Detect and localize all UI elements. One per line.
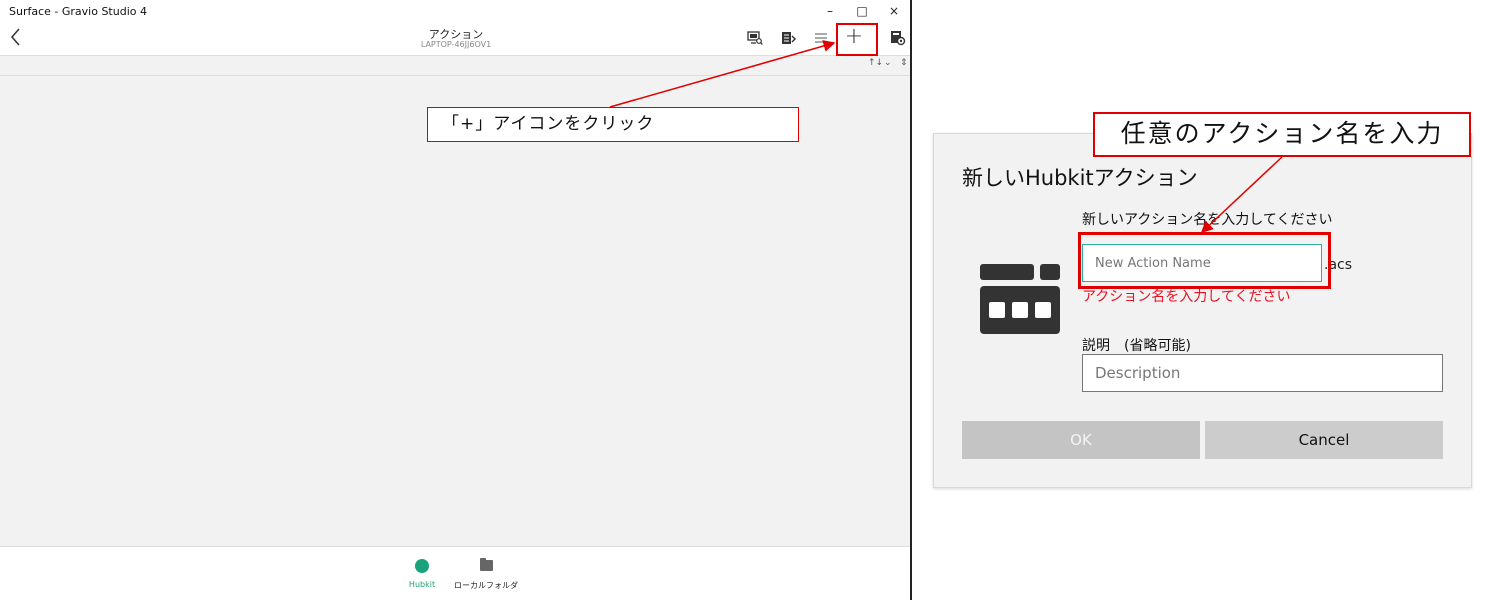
callout-click-plus: 「+」アイコンをクリック [427, 107, 799, 142]
device-name: LAPTOP-46JJ6OV1 [420, 40, 492, 49]
nav-tab-local-folder[interactable]: ローカルフォルダ [444, 558, 528, 594]
name-input-highlight [1078, 232, 1331, 289]
new-hubkit-action-dialog: 新しいHubkitアクション 新しいアクション名を入力してください .acs ア… [933, 133, 1472, 488]
window-title: Surface - Gravio Studio 4 [9, 5, 147, 18]
nav-tab-hubkit[interactable]: Hubkit [404, 558, 440, 594]
window-divider [910, 0, 912, 600]
back-button[interactable] [7, 26, 25, 48]
chevron-left-icon [11, 28, 20, 46]
minimize-button[interactable]: – [815, 2, 845, 20]
dialog-title: 新しいHubkitアクション [962, 166, 1198, 190]
cancel-button[interactable]: Cancel [1205, 421, 1443, 459]
close-button[interactable]: × [879, 2, 909, 20]
hubkit-action-icon [980, 264, 1060, 334]
ok-button[interactable]: OK [962, 421, 1200, 459]
callout-enter-name: 任意のアクション名を入力 [1093, 112, 1471, 157]
nav-tab-label: Hubkit [408, 580, 436, 589]
nav-tab-label: ローカルフォルダ [454, 581, 518, 590]
list-import-icon [782, 32, 796, 44]
monitor-search-button[interactable] [747, 30, 763, 46]
screenshot-stage: Surface - Gravio Studio 4 – □ × アクション LA… [0, 0, 1500, 600]
sort-icon[interactable]: ↑↓ [868, 58, 883, 68]
maximize-button[interactable]: □ [847, 2, 877, 20]
plus-button-highlight [836, 23, 878, 56]
hubkit-icon [415, 559, 429, 573]
description-input[interactable] [1082, 354, 1443, 392]
name-error-message: アクション名を入力してください [1082, 289, 1291, 305]
action-name-label: 新しいアクション名を入力してください [1082, 212, 1333, 228]
updown-icon[interactable]: ⇕ [900, 58, 908, 68]
list-view-button[interactable] [813, 30, 829, 46]
description-label: 説明 (省略可能) [1082, 338, 1191, 354]
document-gear-icon [891, 31, 906, 46]
gravio-studio-window: Surface - Gravio Studio 4 – □ × アクション LA… [0, 0, 910, 600]
monitor-search-icon [747, 31, 763, 45]
chevron-down-icon[interactable]: ⌄ [884, 58, 892, 68]
folder-icon [480, 558, 493, 571]
import-button[interactable] [781, 30, 797, 46]
list-icon [815, 33, 827, 43]
action-list-area [0, 76, 910, 546]
settings-button[interactable] [890, 30, 906, 46]
sort-bar [0, 56, 910, 75]
